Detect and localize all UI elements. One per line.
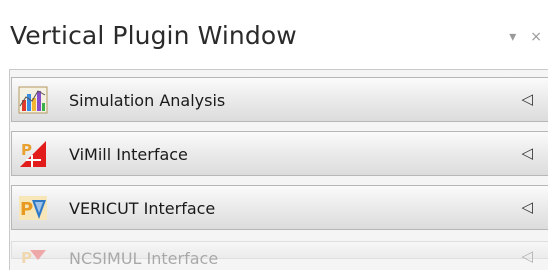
ncsimul-icon: P xyxy=(18,248,48,276)
svg-text:P: P xyxy=(21,249,32,267)
vimill-icon: P xyxy=(18,140,48,168)
window-titlebar: Vertical Plugin Window ▾ × xyxy=(0,0,548,64)
plugin-item-vericut-interface[interactable]: P VERICUT Interface ◁ xyxy=(11,185,548,230)
plugin-item-label: VERICUT Interface xyxy=(69,199,216,218)
collapse-arrow-icon[interactable]: ◁ xyxy=(521,90,533,108)
close-icon[interactable]: × xyxy=(530,30,542,44)
collapse-arrow-icon[interactable]: ◁ xyxy=(521,144,533,162)
collapse-arrow-icon[interactable]: ◁ xyxy=(521,198,533,216)
vericut-icon: P xyxy=(18,194,48,222)
plugin-item-simulation-analysis[interactable]: Simulation Analysis ◁ xyxy=(11,77,548,122)
plugin-item-ncsimul-interface[interactable]: P NCSIMUL Interface ◁ xyxy=(11,241,548,268)
plugin-item-label: ViMill Interface xyxy=(69,145,188,164)
svg-text:P: P xyxy=(21,141,32,159)
dropdown-icon[interactable]: ▾ xyxy=(509,30,516,44)
vertical-plugin-window: Vertical Plugin Window ▾ × Simulation An… xyxy=(0,0,548,270)
plugin-item-label: Simulation Analysis xyxy=(69,91,226,110)
svg-text:P: P xyxy=(20,199,33,220)
window-title: Vertical Plugin Window xyxy=(10,21,297,50)
plugin-item-vimill-interface[interactable]: P ViMill Interface ◁ xyxy=(11,131,548,176)
window-controls: ▾ × xyxy=(509,30,542,44)
simulation-analysis-icon xyxy=(18,86,48,114)
collapse-arrow-icon[interactable]: ◁ xyxy=(521,247,533,265)
